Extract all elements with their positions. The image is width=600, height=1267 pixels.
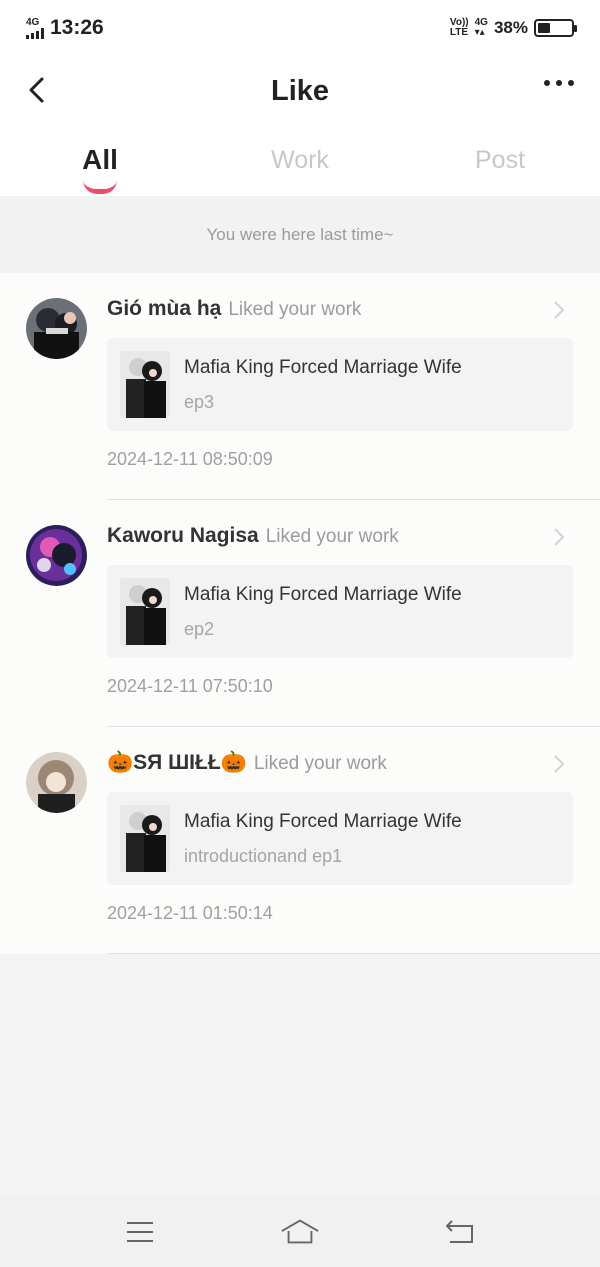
battery-fill: [538, 23, 551, 33]
avatar[interactable]: [26, 525, 87, 586]
list-item[interactable]: 🎃SЯ ШIŁŁ🎃 Liked your work Mafia King For…: [0, 727, 600, 954]
timestamp: 2024-12-11 01:50:14: [107, 903, 273, 923]
active-tab-indicator: [83, 180, 117, 194]
work-card[interactable]: Mafia King Forced Marriage Wife ep3: [107, 338, 573, 431]
work-cover: [120, 351, 170, 418]
clock: 13:26: [50, 16, 104, 39]
work-title: Mafia King Forced Marriage Wife: [184, 811, 462, 832]
item-header: Gió mùa hạ Liked your work: [107, 297, 361, 321]
chevron-right-icon[interactable]: [552, 526, 566, 548]
work-card[interactable]: Mafia King Forced Marriage Wife introduc…: [107, 792, 573, 885]
tab-bar: All Work Post: [0, 126, 600, 196]
work-card[interactable]: Mafia King Forced Marriage Wife ep2: [107, 565, 573, 658]
work-cover: [120, 805, 170, 872]
divider: [107, 953, 600, 954]
system-nav-bar: [0, 1197, 600, 1267]
page-title: Like: [270, 74, 330, 107]
tab-work-label: Work: [271, 146, 329, 174]
timestamp: 2024-12-11 08:50:09: [107, 449, 273, 469]
chevron-right-icon[interactable]: [552, 299, 566, 321]
status-bar: 4G 13:26 Vo)) LTE 4G ▾▴ 38%: [0, 0, 600, 56]
tab-work[interactable]: Work: [200, 126, 400, 196]
item-header: 🎃SЯ ШIŁŁ🎃 Liked your work: [107, 751, 387, 775]
chevron-right-icon[interactable]: [552, 753, 566, 775]
last-visit-notice: You were here last time~: [0, 196, 600, 273]
battery-percent: 38%: [493, 18, 528, 37]
like-list: Gió mùa hạ Liked your work Mafia King Fo…: [0, 273, 600, 954]
work-episode: introductionand ep1: [184, 846, 343, 866]
timestamp: 2024-12-11 07:50:10: [107, 676, 273, 696]
back-button[interactable]: [22, 74, 54, 106]
username[interactable]: 🎃SЯ ШIŁŁ🎃: [107, 751, 247, 775]
return-icon: [446, 1220, 473, 1243]
home-icon: [281, 1219, 319, 1244]
network-type: 4G: [26, 16, 40, 28]
tab-all[interactable]: All: [0, 126, 200, 196]
signal-icon: 4G: [26, 16, 44, 39]
volte-icon: Vo)) LTE: [450, 18, 469, 38]
work-title: Mafia King Forced Marriage Wife: [184, 357, 462, 378]
tab-post-label: Post: [474, 146, 526, 174]
action-text: Liked your work: [253, 753, 387, 774]
more-dots-icon: [544, 80, 550, 86]
list-item[interactable]: Gió mùa hạ Liked your work Mafia King Fo…: [0, 273, 600, 500]
mobile-data-icon: 4G ▾▴: [475, 18, 488, 38]
avatar[interactable]: [26, 752, 87, 813]
action-text: Liked your work: [228, 299, 362, 320]
work-title: Mafia King Forced Marriage Wife: [184, 584, 462, 605]
more-button[interactable]: [544, 80, 574, 86]
avatar[interactable]: [26, 298, 87, 359]
item-header: Kaworu Nagisa Liked your work: [107, 524, 399, 548]
tab-post[interactable]: Post: [400, 126, 600, 196]
status-left: 4G 13:26: [26, 16, 104, 40]
list-item[interactable]: Kaworu Nagisa Liked your work Mafia King…: [0, 500, 600, 727]
home-button[interactable]: [280, 1212, 320, 1252]
menu-button[interactable]: [120, 1212, 160, 1252]
work-episode: ep3: [184, 392, 215, 412]
work-cover: [120, 578, 170, 645]
nav-bar: Like: [0, 56, 600, 126]
tab-all-label: All: [82, 144, 118, 175]
back-nav-button[interactable]: [440, 1212, 480, 1252]
action-text: Liked your work: [265, 526, 399, 547]
data-arrows: ▾▴: [474, 27, 485, 38]
username[interactable]: Gió mùa hạ: [107, 297, 221, 321]
menu-icon: [127, 1222, 153, 1242]
chevron-left-icon: [29, 77, 44, 103]
work-episode: ep2: [184, 619, 215, 639]
battery-icon: [534, 19, 577, 37]
status-right: Vo)) LTE 4G ▾▴ 38%: [450, 18, 577, 38]
username[interactable]: Kaworu Nagisa: [107, 524, 259, 548]
volte-bottom: LTE: [449, 27, 469, 38]
